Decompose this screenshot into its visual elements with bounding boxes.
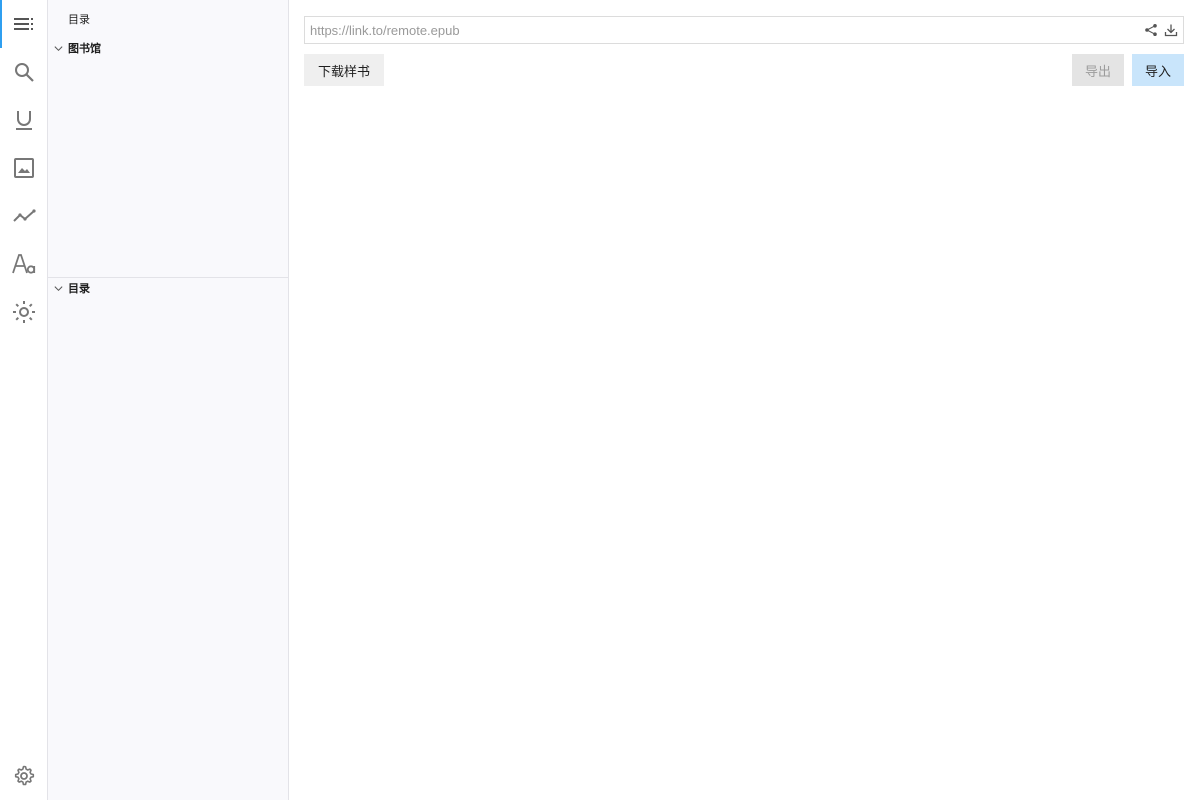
download-sample-button[interactable]: 下载样书 (304, 54, 384, 86)
activity-theme[interactable] (0, 288, 48, 336)
activity-settings[interactable] (0, 752, 48, 800)
activity-images[interactable] (0, 144, 48, 192)
import-button[interactable]: 导入 (1132, 54, 1184, 86)
section-library-header[interactable]: 图书馆 (48, 37, 288, 59)
section-library-label: 图书馆 (68, 42, 101, 55)
underline-icon (16, 111, 32, 130)
url-input[interactable] (310, 17, 1130, 43)
url-field (304, 16, 1184, 44)
activity-typography[interactable] (0, 240, 48, 288)
font-icon (12, 254, 36, 274)
activity-bar (0, 0, 48, 800)
section-toc-header[interactable]: 目录 (48, 277, 288, 299)
activity-annotations[interactable] (0, 96, 48, 144)
search-icon (15, 63, 34, 82)
section-toc-label: 目录 (68, 282, 90, 295)
main-panel: 下载样书 导出 导入 (289, 0, 1200, 800)
activity-toc[interactable] (0, 0, 48, 48)
sidebar-title: 目录 (68, 13, 90, 26)
activity-search[interactable] (0, 48, 48, 96)
gear-icon (14, 765, 35, 786)
chart-line-icon (13, 209, 36, 222)
image-icon (14, 158, 34, 178)
app-window: 目录 图书馆 目录 https://link.to/remote.epub 下载… (0, 0, 1200, 800)
chevron-down-icon (48, 277, 68, 299)
chevron-down-icon (48, 37, 68, 59)
download-icon[interactable] (1164, 23, 1178, 37)
activity-timeline[interactable] (0, 192, 48, 240)
share-icon[interactable] (1144, 23, 1158, 37)
sidebar: 目录 图书馆 目录 (48, 0, 289, 800)
sun-icon (13, 301, 35, 323)
export-button[interactable]: 导出 (1072, 54, 1124, 86)
list-icon (14, 18, 33, 30)
